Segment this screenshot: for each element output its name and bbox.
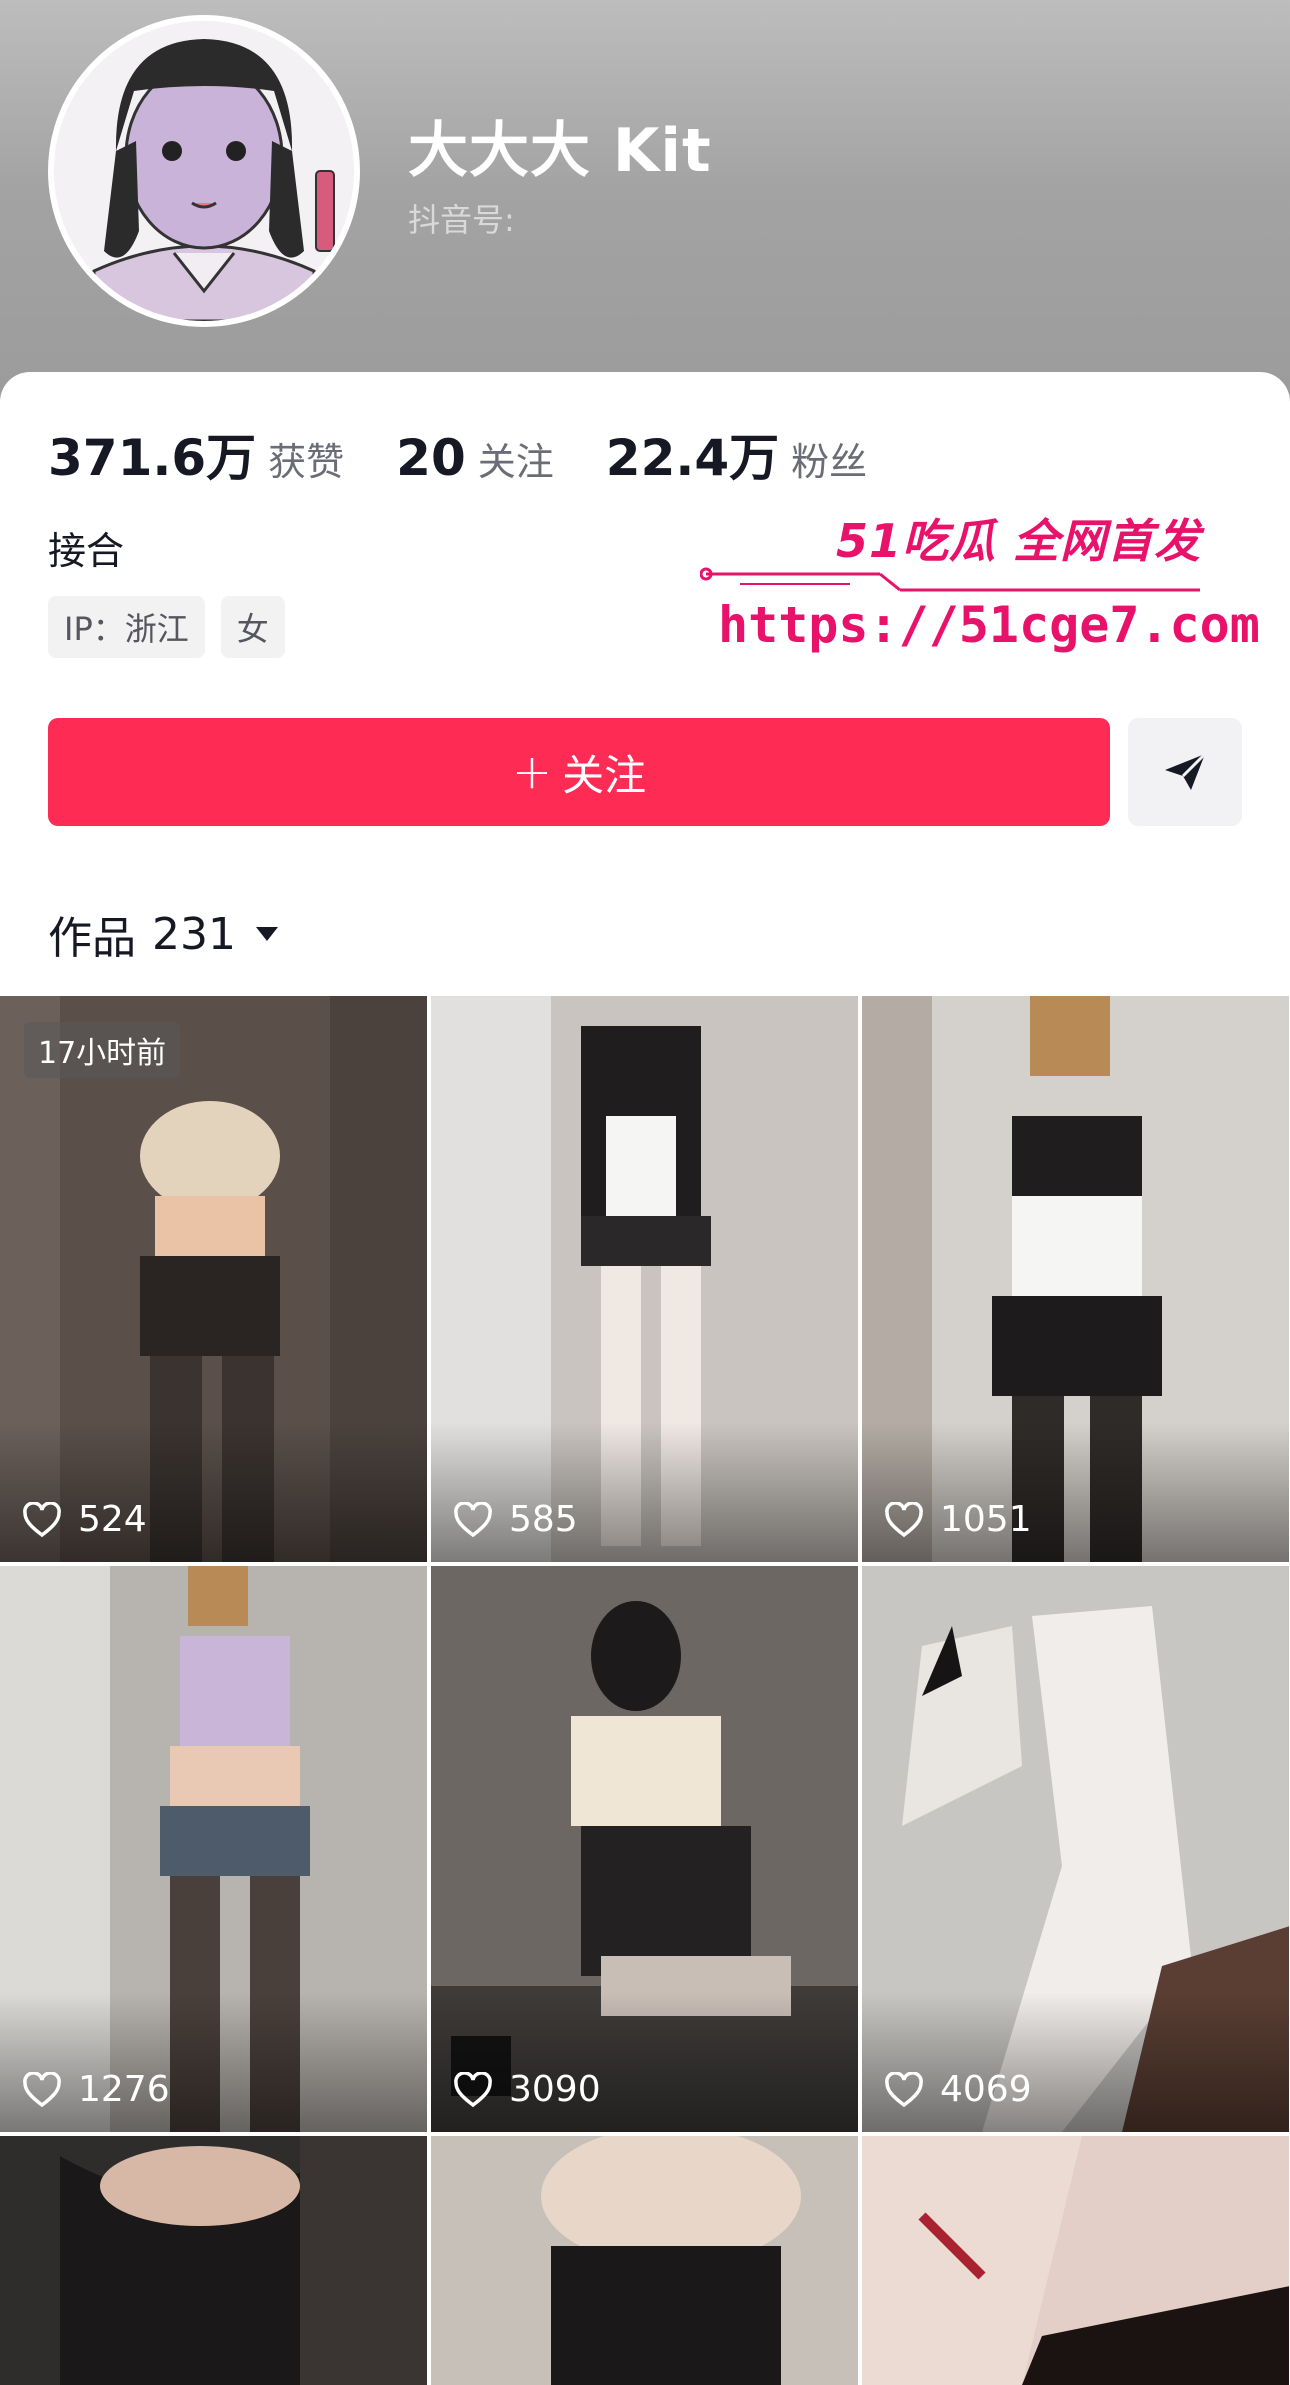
tag-ip-location: IP：浙江 — [48, 596, 205, 658]
stat-following-value: 20 — [396, 429, 466, 487]
like-count: 1276 — [22, 2069, 170, 2110]
thumbnail-shade — [0, 1422, 427, 1562]
stat-likes-value: 371.6万 — [48, 429, 257, 487]
video-thumbnail[interactable] — [431, 2136, 858, 2385]
video-thumbnail[interactable] — [862, 2136, 1289, 2385]
thumbnail-shade — [0, 1992, 427, 2132]
nickname: 大大大 Kit — [408, 116, 712, 186]
stats-row: 371.6万 获赞 20 关注 22.4万 粉丝 — [48, 418, 919, 487]
thumbnail-image — [431, 2136, 858, 2385]
thumbnail-shade — [431, 1992, 858, 2132]
douyin-id-label: 抖音号: — [408, 201, 515, 239]
share-button[interactable] — [1128, 718, 1242, 826]
like-count-value: 524 — [78, 1499, 147, 1540]
plus-icon: + — [511, 744, 553, 800]
time-badge: 17小时前 — [24, 1022, 181, 1078]
heart-outline-icon — [885, 2071, 923, 2107]
works-tab-label: 作品 — [48, 913, 136, 964]
thumbnail-image — [0, 2136, 427, 2385]
like-count: 585 — [453, 1499, 578, 1540]
video-thumbnail[interactable]: 1276 — [0, 1566, 427, 2132]
thumbnail-shade — [862, 1992, 1289, 2132]
like-count-value: 1276 — [78, 2069, 170, 2110]
video-thumbnail[interactable]: 17小时前 524 — [0, 996, 427, 1562]
send-icon — [1165, 752, 1207, 790]
like-count-value: 585 — [509, 1499, 578, 1540]
heart-outline-icon — [454, 2071, 492, 2107]
like-count-value: 1051 — [940, 1499, 1032, 1540]
profile-header: 大大大 Kit 抖音号: — [0, 0, 1290, 420]
tag-gender: 女 — [220, 596, 285, 658]
stat-followers-label: 粉丝 — [791, 440, 868, 484]
like-count-value: 4069 — [940, 2069, 1032, 2110]
heart-outline-icon — [885, 1501, 923, 1537]
profile-tags: IP：浙江 女 — [48, 596, 301, 658]
heart-outline-icon — [454, 1501, 492, 1537]
video-thumbnail[interactable]: 4069 — [862, 1566, 1289, 2132]
like-count: 3090 — [453, 2069, 601, 2110]
like-count-value: 3090 — [509, 2069, 601, 2110]
heart-outline-icon — [23, 2071, 61, 2107]
stat-following-label: 关注 — [477, 440, 554, 484]
works-tab[interactable]: 作品 231 — [48, 902, 280, 966]
avatar-illustration — [54, 21, 354, 321]
follow-button[interactable]: + 关注 — [48, 718, 1110, 826]
bio-text: 接合 — [48, 529, 125, 573]
avatar[interactable] — [48, 15, 360, 327]
video-thumbnail[interactable]: 3090 — [431, 1566, 858, 2132]
works-count: 231 — [152, 908, 236, 960]
stat-likes-label: 获赞 — [268, 440, 345, 484]
thumbnail-shade — [862, 1422, 1289, 1562]
like-count: 524 — [22, 1499, 147, 1540]
follow-button-label: 关注 — [562, 750, 647, 800]
thumbnail-image — [862, 2136, 1289, 2385]
caret-down-icon[interactable] — [254, 925, 280, 943]
video-thumbnail[interactable]: 585 — [431, 996, 858, 1562]
heart-outline-icon — [23, 1501, 61, 1537]
stat-followers-value: 22.4万 — [605, 429, 780, 487]
video-thumbnail[interactable]: 1051 — [862, 996, 1289, 1562]
video-thumbnail[interactable] — [0, 2136, 427, 2385]
like-count: 1051 — [884, 1499, 1032, 1540]
thumbnail-shade — [431, 1422, 858, 1562]
stat-likes[interactable]: 371.6万 获赞 — [48, 418, 344, 490]
stat-following[interactable]: 20 关注 — [396, 429, 554, 487]
profile-page: 大大大 Kit 抖音号: 371.6万 获赞 20 关注 22.4万 粉丝 接合… — [0, 0, 1290, 2385]
like-count: 4069 — [884, 2069, 1032, 2110]
watermark-url: https://51cge7.com — [718, 596, 1260, 654]
stat-followers[interactable]: 22.4万 粉丝 — [606, 418, 867, 490]
watermark-circuit-lines — [700, 567, 1200, 592]
